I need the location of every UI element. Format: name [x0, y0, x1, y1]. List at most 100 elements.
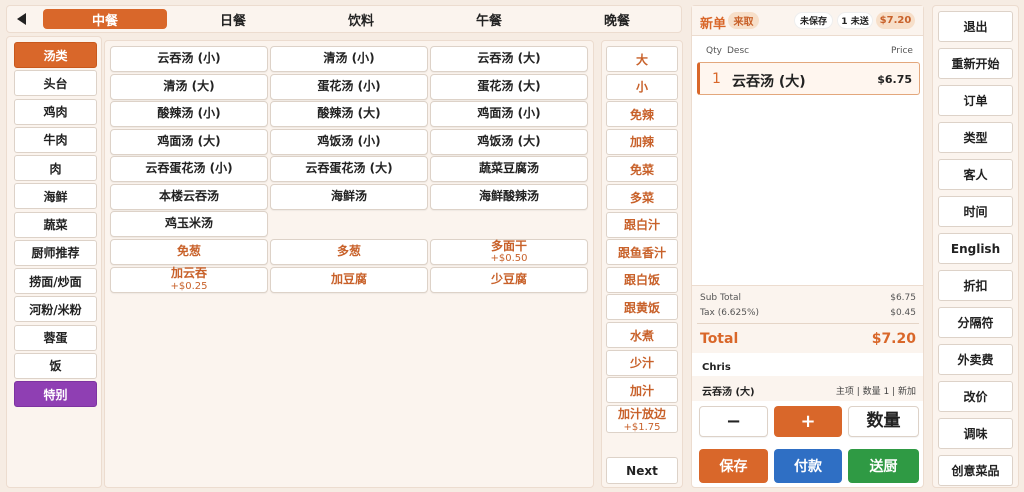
item-option[interactable]: 多面干 +$0.50: [430, 239, 588, 265]
menu-item[interactable]: 云吞汤 (大): [430, 46, 588, 72]
menu-item[interactable]: 本楼云吞汤: [110, 183, 268, 210]
modifier-label: 免菜: [629, 162, 654, 177]
modifier-button[interactable]: 加汁: [606, 377, 678, 404]
category-vegetable[interactable]: 蔬菜: [14, 211, 97, 238]
order-line[interactable]: 1 云吞汤 (大) $6.75: [697, 62, 920, 95]
modifier-label: 加汁放边: [617, 406, 666, 421]
item-option[interactable]: 加云吞 +$0.25: [110, 266, 268, 293]
modifiers-next-button[interactable]: Next: [606, 457, 678, 484]
action-orders-button[interactable]: 订单: [938, 85, 1013, 116]
modifier-button[interactable]: 小: [606, 73, 678, 100]
action-exit-button[interactable]: 退出: [938, 11, 1013, 42]
tab-dinner[interactable]: 晚餐: [555, 9, 679, 29]
category-special[interactable]: 特别: [14, 381, 97, 407]
tab-chinese[interactable]: 中餐: [43, 9, 167, 29]
pay-button[interactable]: 付款: [774, 449, 842, 483]
modifier-button[interactable]: 跟鱼香汁: [606, 239, 678, 266]
modifier-label: 多菜: [629, 190, 654, 205]
item-option[interactable]: 加豆腐: [270, 266, 428, 293]
modifier-label: 跟鱼香汁: [617, 245, 666, 260]
menu-item[interactable]: 酸辣汤 (大): [270, 101, 428, 127]
tax-value: $0.45: [890, 308, 916, 318]
modifier-button[interactable]: 免菜: [606, 156, 678, 183]
menu-item[interactable]: 鸡玉米汤: [110, 211, 268, 237]
menu-item[interactable]: 云吞蛋花汤 (大): [270, 156, 428, 182]
item-option[interactable]: 少豆腐: [430, 266, 588, 293]
quantity-button[interactable]: 数量: [848, 406, 919, 437]
modifier-button[interactable]: 少汁: [606, 349, 678, 376]
modifier-button[interactable]: 跟白汁: [606, 211, 678, 238]
menu-item[interactable]: 清汤 (大): [110, 73, 268, 100]
category-chef-special[interactable]: 厨师推荐: [14, 239, 97, 266]
action-change-price-button[interactable]: 改价: [938, 381, 1013, 412]
category-soup[interactable]: 汤类: [14, 42, 97, 68]
menu-item[interactable]: 蔬菜豆腐汤: [430, 156, 588, 182]
category-lo-mein-chow-mein[interactable]: 捞面/炒面: [14, 268, 97, 294]
item-option-label: 多面干: [490, 238, 527, 253]
total-label: Total: [700, 331, 739, 347]
category-ho-fun-rice-noodle[interactable]: 河粉/米粉: [14, 296, 97, 323]
item-option[interactable]: 免葱: [110, 239, 268, 265]
subtotal-label: Sub Total: [700, 293, 742, 303]
modifier-button[interactable]: 加汁放边 +$1.75: [606, 404, 678, 433]
action-discount-button[interactable]: 折扣: [938, 270, 1013, 301]
item-option-label: 加豆腐: [330, 271, 367, 286]
menu-item[interactable]: 鸡面汤 (大): [110, 128, 268, 155]
increase-qty-button[interactable]: +: [774, 406, 842, 437]
menu-item[interactable]: 云吞汤 (小): [110, 46, 268, 72]
action-restart-button[interactable]: 重新开始: [938, 48, 1013, 79]
action-seasoning-button[interactable]: 调味: [938, 418, 1013, 449]
menu-item[interactable]: 蛋花汤 (小): [270, 73, 428, 100]
back-arrow-icon[interactable]: [12, 10, 32, 28]
menu-item[interactable]: 蛋花汤 (大): [430, 73, 588, 100]
menu-item[interactable]: 鸡面汤 (小): [430, 101, 588, 127]
modifier-button[interactable]: 大: [606, 46, 678, 72]
action-delivery-fee-button[interactable]: 外卖费: [938, 344, 1013, 375]
col-desc-header: Desc: [727, 46, 750, 56]
modifier-label: 加辣: [629, 135, 654, 150]
action-time-button[interactable]: 时间: [938, 196, 1013, 227]
modifier-button[interactable]: 加辣: [606, 128, 678, 155]
menu-item[interactable]: 酸辣汤 (小): [110, 101, 268, 127]
customer-name[interactable]: Chris: [702, 362, 731, 373]
category-beef[interactable]: 牛肉: [14, 126, 97, 153]
menu-item[interactable]: 海鲜汤: [270, 183, 428, 210]
menu-item[interactable]: 海鲜酸辣汤: [430, 183, 588, 210]
item-option-price: +$0.25: [170, 280, 208, 292]
modifier-label: 跟黄饭: [623, 300, 660, 315]
menu-item[interactable]: 清汤 (小): [270, 46, 428, 72]
order-type-badge[interactable]: 来取: [728, 12, 759, 29]
modifier-button[interactable]: 免辣: [606, 101, 678, 128]
tab-japanese[interactable]: 日餐: [171, 9, 295, 29]
selected-item-name: 云吞汤 (大): [702, 387, 755, 398]
unsent-badge: 1 未送: [837, 12, 873, 29]
menu-item[interactable]: 鸡饭汤 (小): [270, 128, 428, 155]
modifier-button[interactable]: 水煮: [606, 322, 678, 348]
category-appetizer[interactable]: 头台: [14, 70, 97, 97]
modifier-button[interactable]: 跟白饭: [606, 266, 678, 293]
category-pork[interactable]: 肉: [14, 155, 97, 181]
tab-drinks[interactable]: 饮料: [299, 9, 423, 29]
category-chicken[interactable]: 鸡肉: [14, 98, 97, 125]
save-button[interactable]: 保存: [699, 449, 768, 483]
modifier-button[interactable]: 跟黄饭: [606, 294, 678, 321]
action-custom-dish-button[interactable]: 创意菜品: [938, 455, 1013, 486]
subtotal-value: $6.75: [890, 293, 916, 303]
action-separator-button[interactable]: 分隔符: [938, 307, 1013, 338]
item-option-price: +$0.50: [490, 253, 528, 265]
tax-label: Tax (6.625%): [700, 308, 760, 318]
send-to-kitchen-button[interactable]: 送厨: [848, 449, 919, 483]
decrease-qty-button[interactable]: −: [699, 406, 768, 437]
tab-lunch[interactable]: 午餐: [427, 9, 551, 29]
item-option-label: 免葱: [176, 244, 201, 259]
menu-item[interactable]: 鸡饭汤 (大): [430, 128, 588, 155]
modifier-button[interactable]: 多菜: [606, 184, 678, 210]
category-seafood[interactable]: 海鲜: [14, 183, 97, 210]
action-type-button[interactable]: 类型: [938, 122, 1013, 153]
item-option[interactable]: 多葱: [270, 239, 428, 265]
action-guests-button[interactable]: 客人: [938, 159, 1013, 190]
category-egg-foo-young[interactable]: 蓉蛋: [14, 324, 97, 351]
menu-item[interactable]: 云吞蛋花汤 (小): [110, 156, 268, 182]
action-english-button[interactable]: English: [938, 233, 1013, 264]
category-rice[interactable]: 饭: [14, 352, 97, 379]
